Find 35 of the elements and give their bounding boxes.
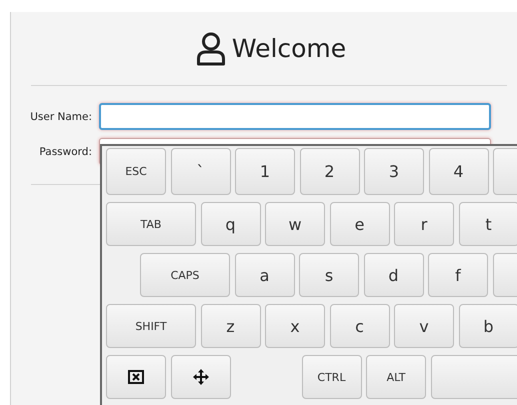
- key[interactable]: a: [234, 253, 294, 297]
- key[interactable]: `: [170, 148, 230, 195]
- key[interactable]: c: [330, 304, 390, 348]
- key[interactable]: z: [200, 304, 260, 348]
- key[interactable]: q: [200, 202, 260, 246]
- welcome-title: Welcome: [232, 34, 346, 63]
- move-icon: [192, 368, 210, 386]
- delete-key[interactable]: [106, 355, 166, 399]
- key[interactable]: e: [330, 202, 390, 246]
- field-label: Password:: [38, 146, 93, 158]
- key[interactable]: 1: [235, 148, 295, 195]
- delete-icon: [128, 370, 144, 384]
- key[interactable]: ESC: [106, 148, 166, 195]
- key[interactable]: r: [394, 202, 454, 246]
- key[interactable]: 4: [428, 148, 488, 195]
- key[interactable]: b: [458, 304, 517, 348]
- key[interactable]: w: [265, 202, 325, 246]
- key[interactable]: x: [265, 304, 325, 348]
- user-icon: [196, 32, 226, 66]
- key[interactable]: TAB: [106, 202, 196, 246]
- move-key[interactable]: [170, 355, 230, 399]
- key[interactable]: SHIFT: [106, 304, 196, 348]
- field-label: User Name:: [29, 110, 93, 122]
- key[interactable]: s: [299, 253, 359, 297]
- key[interactable]: ALT: [366, 355, 426, 399]
- key[interactable]: t: [458, 202, 517, 246]
- key[interactable]: 2: [300, 148, 360, 195]
- key[interactable]: f: [428, 253, 488, 297]
- key[interactable]: CAPS: [140, 253, 230, 297]
- key[interactable]: CTRL: [302, 355, 362, 399]
- space-key[interactable]: [430, 355, 517, 399]
- key[interactable]: v: [394, 304, 454, 348]
- key[interactable]: d: [364, 253, 424, 297]
- key[interactable]: 3: [364, 148, 424, 195]
- username-field[interactable]: [99, 103, 491, 130]
